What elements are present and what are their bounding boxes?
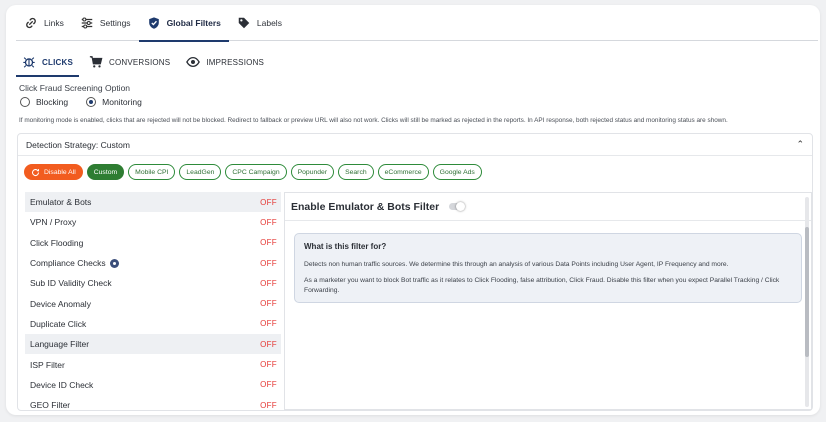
screening-options: Blocking Monitoring [20, 97, 142, 107]
tab-labels-label: Labels [256, 18, 282, 28]
filter-row-vpn-proxy[interactable]: VPN / Proxy OFF [25, 212, 281, 232]
eye-icon [186, 56, 201, 68]
link-icon [26, 17, 36, 29]
filter-state: OFF [260, 299, 277, 309]
tab-links[interactable]: Links [16, 5, 72, 41]
cart-icon [89, 56, 103, 68]
filter-state: OFF [260, 319, 277, 329]
filter-label: Compliance Checks [30, 257, 106, 268]
tab-impressions[interactable]: IMPRESSIONS [180, 49, 270, 75]
filter-row-sub-id-validity[interactable]: Sub ID Validity Check OFF [25, 273, 281, 293]
tab-settings[interactable]: Settings [72, 5, 139, 41]
filter-label: Duplicate Click [30, 318, 87, 329]
tab-conversions[interactable]: CONVERSIONS [83, 49, 176, 75]
chip-custom[interactable]: Custom [86, 164, 125, 180]
filter-detail-title: Enable Emulator & Bots Filter [291, 200, 440, 213]
filter-label: GEO Filter [30, 400, 71, 410]
enable-filter-toggle[interactable] [449, 202, 466, 211]
detection-strategy-title: Detection Strategy: Custom [26, 139, 130, 150]
chip-search[interactable]: Search [338, 164, 374, 180]
filter-detail-header: Enable Emulator & Bots Filter [285, 193, 811, 221]
filter-list: Emulator & Bots OFF VPN / Proxy OFF Clic… [25, 192, 281, 410]
filter-row-language[interactable]: Language Filter OFF [25, 334, 281, 355]
info-title: What is this filter for? [304, 242, 387, 251]
monitoring-note: If monitoring mode is enabled, clicks th… [19, 117, 728, 124]
blocking-radio-circle[interactable] [20, 97, 30, 107]
tab-labels[interactable]: Labels [229, 5, 290, 41]
filter-state: OFF [260, 217, 277, 227]
filter-state: OFF [260, 278, 277, 288]
info-paragraph-1: Detects non human traffic sources. We de… [304, 261, 729, 268]
filter-state: OFF [260, 258, 277, 268]
strategy-chips: Disable All Custom Mobile CPI LeadGen CP… [24, 164, 482, 180]
tab-settings-label: Settings [99, 18, 131, 28]
chip-mobile-cpi[interactable]: Mobile CPI [128, 164, 176, 180]
filter-row-emulator-bots[interactable]: Emulator & Bots OFF [25, 192, 281, 213]
screening-title: Click Fraud Screening Option [19, 83, 131, 93]
global-filters-card: Links Settings Global Filters Labels CLI… [6, 5, 820, 415]
blocking-radio-label: Blocking [36, 97, 69, 107]
filter-label: Language Filter [30, 339, 90, 350]
filter-label: Device ID Check [30, 379, 94, 390]
tab-global-filters-label: Global Filters [166, 18, 221, 28]
compliance-badge-icon [109, 259, 119, 269]
detection-strategy-header[interactable]: Detection Strategy: Custom ⌃ [18, 134, 812, 156]
shield-check-icon [148, 17, 159, 29]
monitoring-radio-circle[interactable] [86, 97, 97, 107]
sliders-icon [81, 17, 93, 29]
filter-label-wrap: Compliance Checks [30, 257, 119, 269]
chip-google-ads[interactable]: Google Ads [432, 164, 482, 180]
filter-label: Emulator & Bots [30, 197, 92, 208]
filter-label: Click Flooding [30, 237, 84, 248]
filter-label: VPN / Proxy [30, 217, 77, 228]
filter-row-geo[interactable]: GEO Filter OFF [25, 395, 281, 410]
chip-leadgen[interactable]: LeadGen [179, 164, 222, 180]
top-tabs: Links Settings Global Filters Labels [16, 5, 818, 42]
filter-state: OFF [260, 400, 277, 410]
chevron-up-icon[interactable]: ⌃ [796, 139, 804, 150]
tab-clicks[interactable]: CLICKS [16, 49, 79, 77]
filter-label: Sub ID Validity Check [30, 278, 112, 289]
filter-label: Device Anomaly [30, 298, 91, 309]
filter-row-device-id[interactable]: Device ID Check OFF [25, 375, 281, 395]
chip-popunder[interactable]: Popunder [290, 164, 335, 180]
refresh-icon [31, 168, 40, 176]
sub-tabs: CLICKS CONVERSIONS IMPRESSIONS [16, 49, 270, 77]
filter-state: OFF [260, 380, 277, 390]
tab-global-filters[interactable]: Global Filters [138, 5, 230, 42]
filter-row-compliance-checks[interactable]: Compliance Checks OFF [25, 253, 281, 273]
filter-info-box: What is this filter for? Detects non hum… [294, 233, 802, 303]
filter-state: OFF [260, 197, 277, 207]
filter-row-click-flooding[interactable]: Click Flooding OFF [25, 233, 281, 253]
tab-links-label: Links [44, 18, 64, 28]
filter-label: ISP Filter [30, 359, 65, 370]
filter-row-duplicate-click[interactable]: Duplicate Click OFF [25, 314, 281, 334]
disable-all-button[interactable]: Disable All [24, 164, 83, 180]
chip-ecommerce[interactable]: eCommerce [377, 164, 429, 180]
chip-cpc-campaign[interactable]: CPC Campaign [225, 164, 287, 180]
monitoring-radio-label: Monitoring [102, 97, 142, 107]
filter-detail-panel: Enable Emulator & Bots Filter What is th… [284, 192, 812, 410]
disable-all-label: Disable All [44, 168, 76, 176]
detection-strategy-panel: Detection Strategy: Custom ⌃ Disable All… [17, 133, 813, 411]
filter-state: OFF [260, 360, 277, 370]
filter-state: OFF [260, 339, 277, 349]
bug-icon [23, 57, 35, 68]
filter-row-device-anomaly[interactable]: Device Anomaly OFF [25, 293, 281, 313]
tab-impressions-label: IMPRESSIONS [206, 57, 265, 67]
monitoring-radio[interactable]: Monitoring [86, 97, 142, 107]
filter-row-isp[interactable]: ISP Filter OFF [25, 354, 281, 374]
tab-conversions-label: CONVERSIONS [108, 57, 171, 67]
tag-icon [238, 17, 250, 29]
blocking-radio[interactable]: Blocking [20, 97, 68, 107]
info-paragraph-2: As a marketer you want to block Bot traf… [304, 277, 780, 294]
filter-state: OFF [260, 238, 277, 248]
detail-scrollbar[interactable] [805, 197, 809, 407]
tab-clicks-label: CLICKS [42, 57, 73, 67]
